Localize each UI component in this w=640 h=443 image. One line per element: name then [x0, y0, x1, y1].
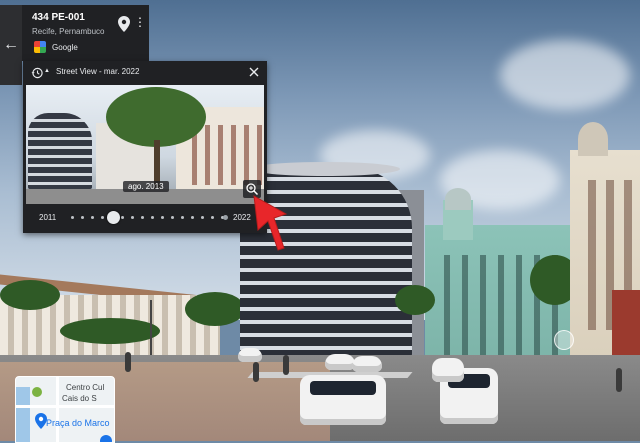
minimap-poi-icon [32, 387, 42, 397]
timeline-date-dot[interactable] [181, 216, 184, 219]
time-panel-title: Street View - mar. 2022 [56, 67, 140, 76]
car [300, 375, 386, 425]
tree [60, 318, 160, 344]
timeline-date-dot[interactable] [121, 216, 124, 219]
timeline-date-dot[interactable] [201, 216, 204, 219]
timeline-date-dot[interactable] [171, 216, 174, 219]
timeline-slider-thumb[interactable] [107, 211, 120, 224]
timeline-date-dot[interactable] [191, 216, 194, 219]
more-options-icon[interactable]: ⋮ [134, 14, 146, 30]
timeline-date-dot[interactable] [101, 216, 104, 219]
timeline-date-dot[interactable] [141, 216, 144, 219]
tree [185, 292, 245, 326]
timeline-date-dot[interactable] [91, 216, 94, 219]
car [352, 356, 382, 372]
pedestrian [616, 368, 622, 392]
minimap-road [16, 405, 114, 408]
timeline-date-dot[interactable] [151, 216, 154, 219]
cyclist [125, 352, 131, 372]
red-facade [612, 290, 640, 360]
preview-tower [28, 113, 92, 189]
collapse-caret-icon[interactable]: ▲ [44, 68, 50, 74]
street-view-time-panel: ▲ Street View - mar. 2022 ago. 2013 2011… [23, 61, 267, 233]
street-view-location-marker[interactable] [554, 330, 574, 350]
place-title: 434 PE-001 [32, 12, 85, 23]
google-logo-icon [34, 41, 46, 53]
red-pointer-arrow [253, 195, 288, 251]
minimap-water [16, 387, 30, 442]
timeline-date-dot[interactable] [71, 216, 74, 219]
pedestrian [283, 355, 289, 375]
minimap-label: Praça do Marco [46, 418, 110, 428]
tree [395, 285, 435, 315]
place-card: 434 PE-001 Recife, Pernambuco Google ⋮ [22, 5, 149, 61]
car-window [310, 381, 376, 395]
minimap-label: Centro Cul [66, 383, 105, 392]
timeline-date-dot[interactable] [211, 216, 214, 219]
location-pin-icon[interactable] [118, 16, 130, 32]
car [325, 354, 355, 370]
minimap[interactable]: Centro Cul Cais do S Praça do Marco [15, 376, 115, 443]
pegman-icon[interactable] [100, 435, 112, 442]
timeline-slider[interactable]: 2011 2022 [37, 207, 253, 229]
place-subtitle: Recife, Pernambuco [32, 27, 105, 36]
minimap-label: Cais do S [62, 394, 97, 403]
timeline-date-dot[interactable] [161, 216, 164, 219]
timeline-date-dot[interactable] [131, 216, 134, 219]
green-building-dome [445, 188, 471, 210]
car [238, 348, 262, 362]
cloud [500, 40, 630, 110]
back-button[interactable]: ← [0, 5, 22, 85]
minimap-road [56, 377, 59, 442]
history-clock-icon[interactable] [31, 67, 43, 79]
preview-tree [106, 87, 206, 147]
back-arrow-icon: ← [3, 36, 19, 53]
brand-label: Google [52, 43, 78, 52]
car [432, 358, 464, 382]
preview-date-label: ago. 2013 [123, 181, 169, 192]
timeline-current-dot[interactable] [223, 215, 228, 220]
close-icon[interactable] [247, 65, 261, 79]
lamp-post [150, 300, 152, 356]
timeline-date-dot[interactable] [81, 216, 84, 219]
tower-roof [250, 162, 400, 176]
minimap-location-pin-icon [35, 413, 47, 429]
pedestrian [253, 362, 259, 382]
timeline-start-year: 2011 [39, 213, 57, 222]
cream-building-dome [578, 122, 608, 156]
historical-preview-image[interactable]: ago. 2013 [26, 85, 264, 204]
tree [0, 280, 60, 310]
